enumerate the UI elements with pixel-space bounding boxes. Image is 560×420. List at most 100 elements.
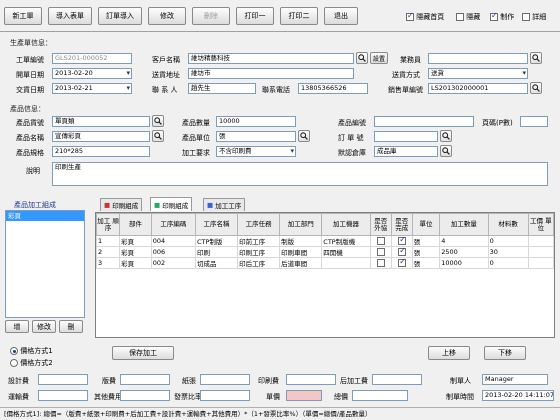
paper-fee-field[interactable]: [200, 374, 250, 385]
product-qty-field[interactable]: 10000: [216, 116, 296, 127]
print-two-button[interactable]: 打印二: [280, 7, 318, 25]
col-machine[interactable]: 加工機器: [321, 213, 371, 236]
other-fee-field[interactable]: [120, 390, 170, 401]
production-section-title: 生產單信息：: [10, 39, 52, 47]
transport-fee-field[interactable]: [38, 390, 88, 401]
col-dept[interactable]: 加工部門: [279, 213, 323, 236]
warehouse-search-button[interactable]: [440, 145, 452, 157]
col-completed[interactable]: 是否 完成: [390, 213, 413, 236]
table-row[interactable]: 2彩頁006印刷印刷工序印刷車間四開機張250030: [96, 246, 554, 258]
col-proc-task[interactable]: 工序任務: [237, 213, 281, 236]
maker-field[interactable]: Manager: [482, 374, 548, 385]
col-outsourced[interactable]: 是否 外協: [369, 213, 392, 236]
salesman-search-button[interactable]: [530, 52, 542, 64]
import-form-button[interactable]: 導入表單: [48, 7, 92, 25]
settings-button[interactable]: 設置: [370, 52, 388, 64]
product-name-field[interactable]: 宣傳彩頁: [52, 131, 150, 142]
exit-button[interactable]: 退出: [324, 7, 358, 25]
post-process-fee-field[interactable]: [372, 374, 422, 385]
col-price-unit[interactable]: 工價 單位: [527, 213, 554, 236]
paper-fee-label: 紙張: [182, 377, 196, 385]
process-method-select[interactable]: 不含印刷費: [216, 146, 296, 157]
component-list[interactable]: 彩頁: [5, 210, 85, 318]
phone-field[interactable]: 13805366526: [298, 83, 368, 94]
completed-checkbox[interactable]: [390, 246, 413, 258]
search-icon: [442, 147, 450, 155]
table-row[interactable]: 3彩頁002切成品印后工序后道車間張100000: [96, 257, 554, 269]
product-code-search-button[interactable]: [152, 115, 164, 127]
move-down-button[interactable]: 下移: [484, 346, 526, 360]
edit-button[interactable]: 修改: [148, 7, 186, 25]
design-fee-field[interactable]: [38, 374, 88, 385]
edit-component-button[interactable]: 修改: [32, 320, 56, 333]
table-row[interactable]: 1彩頁004CTP制版印前工序制版CTP制版機張40: [96, 235, 554, 247]
plate-fee-field[interactable]: [120, 374, 170, 385]
col-proc-code[interactable]: 工序編碼: [150, 213, 196, 236]
search-icon: [442, 132, 450, 140]
warehouse-label: 默認倉庫: [338, 149, 366, 157]
unit-price-field[interactable]: [286, 390, 322, 401]
salesman-field[interactable]: [428, 53, 528, 64]
product-serial-field[interactable]: [374, 116, 474, 127]
tab-icon: ■: [154, 200, 161, 209]
product-name-search-button[interactable]: [152, 130, 164, 142]
save-process-button[interactable]: 保存加工: [112, 346, 174, 360]
print-one-button[interactable]: 打印一: [236, 7, 274, 25]
outsourced-checkbox[interactable]: [369, 257, 392, 269]
tab-print-composition[interactable]: ■ 印刷組成: [100, 198, 143, 211]
option-make[interactable]: 制作: [490, 11, 514, 22]
sales-no-label: 銷售單編號: [388, 86, 423, 94]
new-order-button[interactable]: 新工單: [4, 7, 42, 25]
order-no2-field[interactable]: [374, 131, 438, 142]
order-no2-search-button[interactable]: [440, 130, 452, 142]
warehouse-field[interactable]: 成品庫: [374, 146, 438, 157]
col-material[interactable]: 材料數: [487, 213, 529, 236]
ship-method-select[interactable]: 送貨: [428, 68, 528, 79]
product-spec-field[interactable]: 210*285: [52, 146, 150, 157]
move-up-button[interactable]: 上移: [428, 346, 470, 360]
contact-label: 聯 系 人: [152, 86, 178, 94]
page-count-field[interactable]: [520, 116, 548, 127]
sales-no-field[interactable]: LS201302000001: [428, 83, 528, 94]
make-time-field[interactable]: 2013-02-20 14:11:07: [482, 390, 554, 401]
toolbar: 新工單 導入表單 訂單導入 修改 刪除 打印一 打印二 退出 隱藏首頁 隱藏 制…: [0, 0, 560, 32]
order-no-field[interactable]: GLS201-000052: [52, 53, 132, 64]
invoice-rate-field[interactable]: [200, 390, 250, 401]
delete-button[interactable]: 刪除: [192, 7, 230, 25]
option-detail[interactable]: 詳細: [522, 12, 546, 22]
process-grid[interactable]: 加工 順序 部件 工序編碼 工序名稱 工序任務 加工部門 加工機器 是否 外協 …: [95, 212, 555, 338]
list-item[interactable]: 彩頁: [6, 211, 84, 221]
product-code-field[interactable]: 單頁類: [52, 116, 150, 127]
import-order-button[interactable]: 訂單導入: [98, 7, 142, 25]
customer-addr-field[interactable]: 維坊市: [188, 68, 354, 79]
product-unit-field[interactable]: 張: [216, 131, 296, 142]
col-qty[interactable]: 加工數量: [439, 213, 489, 236]
product-qty-label: 產品數量: [182, 119, 210, 127]
customer-search-button[interactable]: [356, 52, 368, 64]
col-part[interactable]: 部件: [119, 213, 152, 236]
tab-print-composition-2[interactable]: ■ 印刷組成: [150, 197, 193, 211]
delivery-date-picker[interactable]: 2013-02-21: [52, 83, 132, 94]
start-date-picker[interactable]: 2013-02-20: [52, 68, 132, 79]
contact-field[interactable]: 趙先生: [188, 83, 256, 94]
option-hide-home[interactable]: 隱藏首頁: [406, 11, 444, 22]
product-unit-search-button[interactable]: [298, 130, 310, 142]
col-order[interactable]: 加工 順序: [96, 213, 121, 236]
completed-checkbox[interactable]: [390, 257, 413, 269]
add-component-button[interactable]: 增: [5, 320, 29, 333]
price-method-2[interactable]: 價格方式2: [10, 358, 53, 368]
price-method-1[interactable]: 價格方式1: [10, 346, 53, 356]
col-proc-name[interactable]: 工序名稱: [194, 213, 239, 236]
completed-checkbox[interactable]: [390, 235, 413, 247]
outsourced-checkbox[interactable]: [369, 246, 392, 258]
customer-name-field[interactable]: 維坊精藝科技: [188, 53, 354, 64]
total-price-field[interactable]: [352, 390, 408, 401]
col-unit[interactable]: 單位: [411, 213, 441, 236]
print-fee-field[interactable]: [286, 374, 336, 385]
notes-field[interactable]: 印刷生產: [52, 162, 548, 186]
sales-no-search-button[interactable]: [530, 82, 542, 94]
outsourced-checkbox[interactable]: [369, 235, 392, 247]
delete-component-button[interactable]: 刪: [59, 320, 83, 333]
option-hide[interactable]: 隱藏: [456, 12, 480, 22]
tab-process-steps[interactable]: ■ 加工工序: [203, 198, 246, 211]
